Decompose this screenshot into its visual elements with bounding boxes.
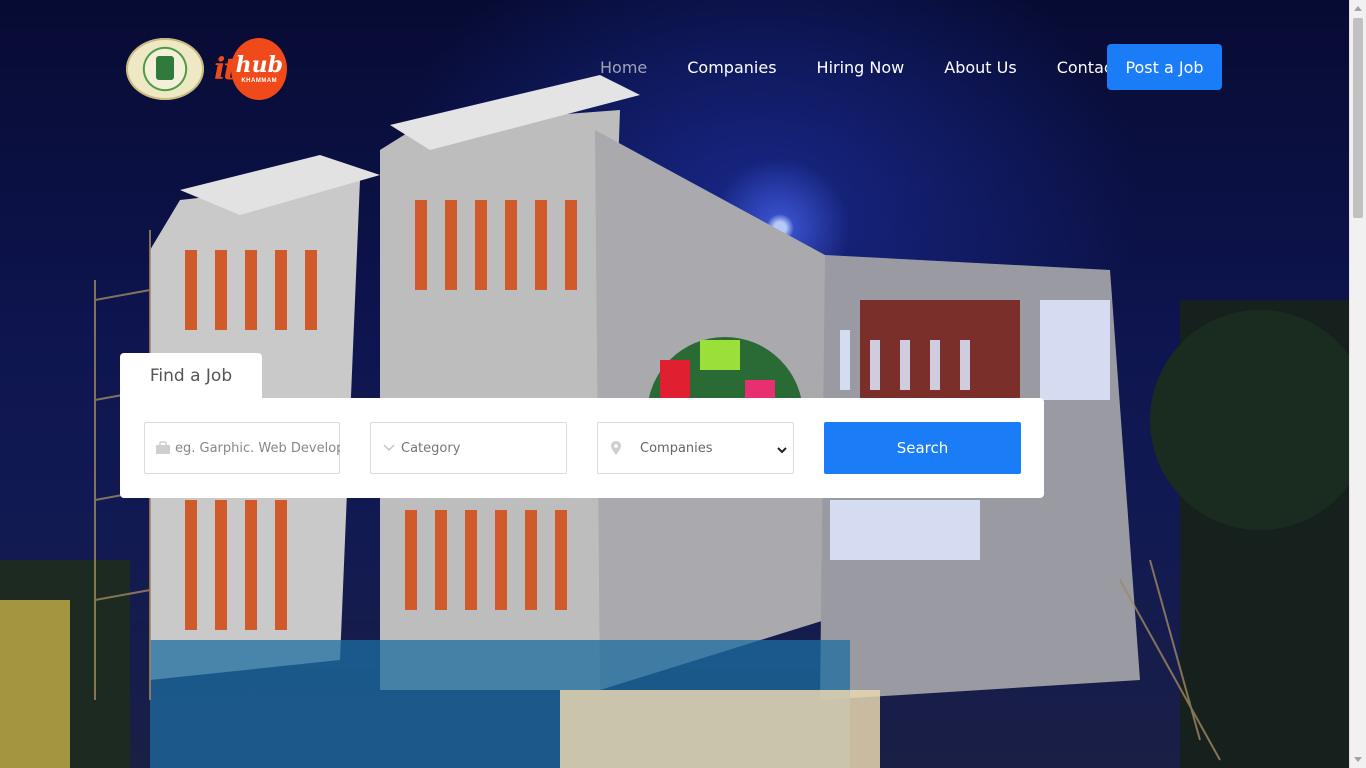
logo-hub-circle: hub KHAMMAM xyxy=(231,38,288,100)
logo-hub-text: hub xyxy=(235,52,283,78)
main-nav: Home Companies Hiring Now About Us Conta… xyxy=(580,44,1139,90)
briefcase-icon xyxy=(155,440,171,456)
telangana-emblem-logo[interactable] xyxy=(126,38,204,100)
keyword-input[interactable] xyxy=(175,440,340,456)
logo-city-text: KHAMMAM xyxy=(241,78,278,84)
nav-companies[interactable]: Companies xyxy=(667,58,796,77)
scroll-down-icon[interactable] xyxy=(1354,757,1362,762)
companies-selected-value: Companies xyxy=(640,440,713,456)
select-caret-icon xyxy=(777,439,787,458)
nav-home[interactable]: Home xyxy=(580,58,667,77)
category-label: Category xyxy=(401,440,461,456)
post-a-job-button[interactable]: Post a Job xyxy=(1107,44,1222,90)
site-logos[interactable]: it hub KHAMMAM xyxy=(126,38,288,100)
scroll-up-icon[interactable] xyxy=(1354,6,1362,11)
keyword-field[interactable] xyxy=(144,422,340,474)
chevron-down-icon xyxy=(381,440,397,456)
job-search-form: Category Companies Search xyxy=(120,398,1044,498)
ithub-logo[interactable]: it hub KHAMMAM xyxy=(214,38,288,100)
nav-hiring-now[interactable]: Hiring Now xyxy=(797,58,925,77)
search-button[interactable]: Search xyxy=(824,422,1021,474)
companies-select[interactable]: Companies xyxy=(597,422,794,474)
find-a-job-tab[interactable]: Find a Job xyxy=(120,353,262,399)
page-scrollbar[interactable] xyxy=(1349,0,1366,768)
map-pin-icon xyxy=(608,440,624,456)
nav-about-us[interactable]: About Us xyxy=(924,58,1036,77)
scrollbar-thumb[interactable] xyxy=(1353,18,1363,218)
category-field[interactable]: Category xyxy=(370,422,567,474)
